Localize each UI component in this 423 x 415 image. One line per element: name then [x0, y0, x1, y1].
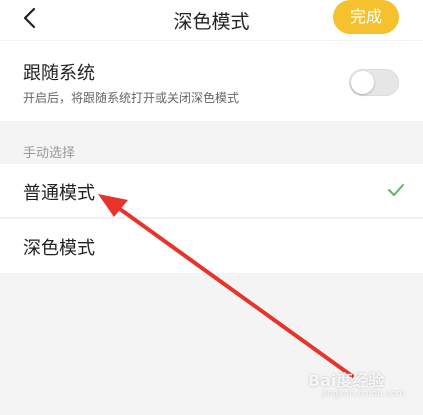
follow-system-toggle[interactable] [349, 69, 399, 96]
header-bar: 深色模式 完成 [0, 0, 423, 40]
check-icon [388, 184, 404, 196]
follow-system-row: 跟随系统 开启后，将跟随系统打开或关闭深色模式 [0, 41, 423, 121]
mode-option-dark[interactable]: 深色模式 [0, 219, 423, 273]
mode-option-normal[interactable]: 普通模式 [0, 164, 423, 218]
watermark-logo: Bai度经验 [308, 371, 385, 390]
mode-option-label: 普通模式 [23, 183, 95, 204]
mode-option-label: 深色模式 [23, 238, 95, 259]
follow-system-title: 跟随系统 [23, 63, 95, 84]
done-button[interactable]: 完成 [333, 0, 399, 34]
manual-section-label: 手动选择 [23, 146, 76, 161]
toggle-knob [351, 71, 374, 94]
watermark-url: jingyan.baidu.com [322, 389, 406, 399]
follow-system-description: 开启后，将跟随系统打开或关闭深色模式 [23, 91, 240, 105]
